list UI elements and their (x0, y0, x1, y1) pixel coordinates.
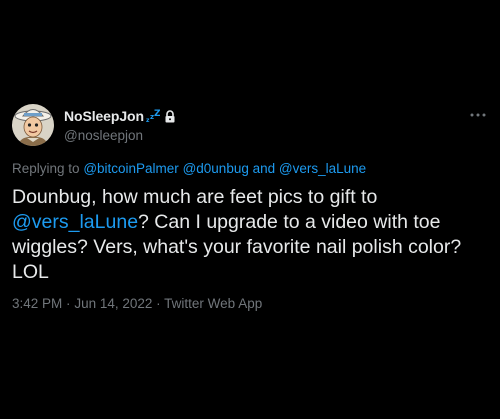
tweet-mention-link[interactable]: @vers_laLune (12, 211, 138, 233)
replying-prefix: Replying to (12, 161, 80, 176)
replying-to: Replying to @bitcoinPalmer @d0unbug and … (12, 161, 366, 176)
reply-mention-link[interactable]: @d0unbug (183, 161, 249, 176)
tweet-date[interactable]: Jun 14, 2022 (74, 296, 152, 311)
user-names: NoSleepJon z z Z @nosleepjon (64, 107, 176, 143)
tweet-text: Dounbug, how much are feet pics to gift … (12, 185, 488, 285)
tweet-source[interactable]: Twitter Web App (164, 296, 262, 311)
lock-icon (164, 109, 176, 123)
tweet: NoSleepJon z z Z @nosleepjon Replying to… (0, 0, 500, 419)
tweet-meta: 3:42 PM · Jun 14, 2022 · Twitter Web App (12, 296, 262, 311)
reply-mention-link[interactable]: @bitcoinPalmer (83, 161, 179, 176)
reply-mention-link[interactable]: @vers_laLune (279, 161, 366, 176)
reply-conjunction: and (252, 161, 276, 176)
tweet-time[interactable]: 3:42 PM (12, 296, 62, 311)
user-handle[interactable]: @nosleepjon (64, 128, 176, 143)
more-icon[interactable] (468, 108, 488, 122)
zzz-sleep-icon: z z Z (146, 109, 160, 123)
display-name[interactable]: NoSleepJon (64, 108, 144, 124)
tweet-text-part: Dounbug, how much are feet pics to gift … (12, 186, 378, 208)
avatar[interactable] (12, 104, 54, 146)
name-row: NoSleepJon z z Z (64, 107, 176, 125)
tweet-header: NoSleepJon z z Z @nosleepjon (12, 104, 176, 146)
meta-separator: · (156, 296, 161, 311)
svg-text:Z: Z (154, 109, 160, 119)
meta-separator: · (66, 296, 71, 311)
